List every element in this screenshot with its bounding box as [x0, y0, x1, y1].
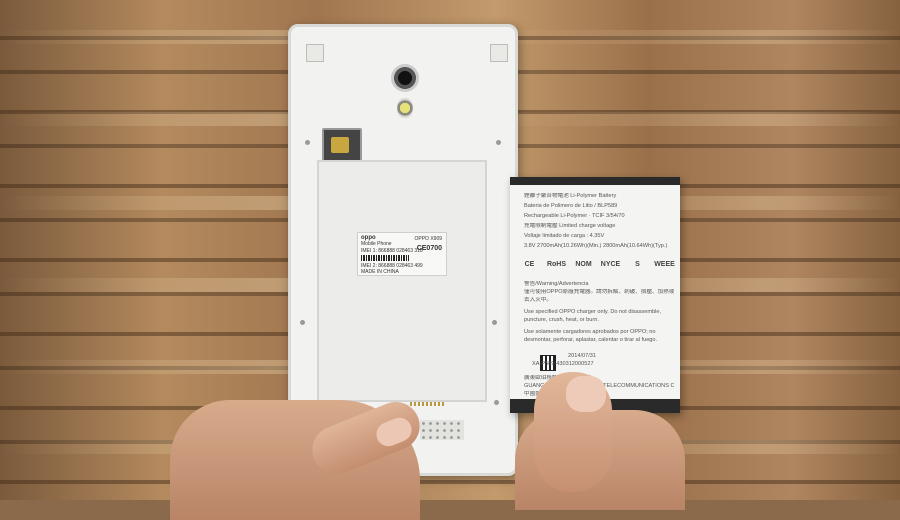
right-thumbnail — [566, 376, 606, 412]
speaker-grille-right — [420, 420, 464, 440]
screw — [496, 140, 501, 145]
warning-line: 僅可使用OPPO原廠充電器。請勿拆解、刺破、擠壓、加熱或 — [524, 289, 674, 295]
screw — [492, 320, 497, 325]
s-mark-icon: S — [635, 261, 640, 268]
battery-spec-line: 充電限制電壓 Limited charge voltage — [524, 223, 616, 229]
warning-line: 警告/Warning/Advertencia — [524, 281, 589, 287]
battery-spec-line: Bateria de Polimero de Litio / BLP589 — [524, 203, 618, 209]
phone-label-made-in: MADE IN CHINA — [361, 269, 399, 275]
camera-flash — [397, 98, 413, 118]
nom-icon: NOM — [575, 261, 592, 268]
warning-line: puncture, crush, heat, or burn. — [524, 317, 599, 323]
battery-date: 2014/07/31 — [568, 353, 596, 359]
battery-spec-line: 鋰離子聚合物電池 Li-Polymer Battery — [524, 193, 617, 199]
warning-line: 丟入火中。 — [524, 297, 552, 303]
battery-contacts — [410, 402, 444, 406]
battery-spec-line: 3.8V 2700mAh(10.26Wh)(Min.) 2800mAh(10.6… — [524, 243, 668, 249]
corner-clip — [490, 44, 508, 62]
camera-lens — [391, 64, 419, 92]
imei-line-1: IMEI 1: 866888 028463 318 — [361, 248, 423, 254]
barcode — [361, 255, 409, 261]
battery-spec-line: Rechargeable Li-Polymer · TCIF 3/54/70 — [524, 213, 625, 219]
warning-line: Use specified OPPO charger only. Do not … — [524, 309, 662, 315]
screw — [305, 140, 310, 145]
warning-line: desmontar, perforar, aplastar, calentar … — [524, 337, 658, 343]
battery-compartment — [317, 160, 487, 402]
phone-regulatory-label: oppo OPPO X909 Mobile Phone CE0700 IMEI … — [357, 232, 447, 276]
corner-clip — [306, 44, 324, 62]
certification-icons: CE RoHS NOM NYCE S WEEE — [522, 257, 675, 272]
sim-chip — [331, 137, 349, 153]
rohs-icon: RoHS — [546, 261, 567, 268]
battery-spec-line: Voltaje limitado de carga : 4.35V — [524, 233, 605, 239]
nyce-icon: NYCE — [600, 261, 621, 268]
phone-label-model: OPPO X909 — [414, 236, 442, 242]
ce-icon: CE — [524, 261, 535, 268]
battery-serial: XA-P589-430312000527 — [532, 361, 594, 367]
screw — [494, 400, 499, 405]
weee-icon: WEEE — [654, 261, 675, 268]
screw — [300, 320, 305, 325]
warning-line: Use solamente cargadores aprobados por O… — [524, 329, 656, 335]
